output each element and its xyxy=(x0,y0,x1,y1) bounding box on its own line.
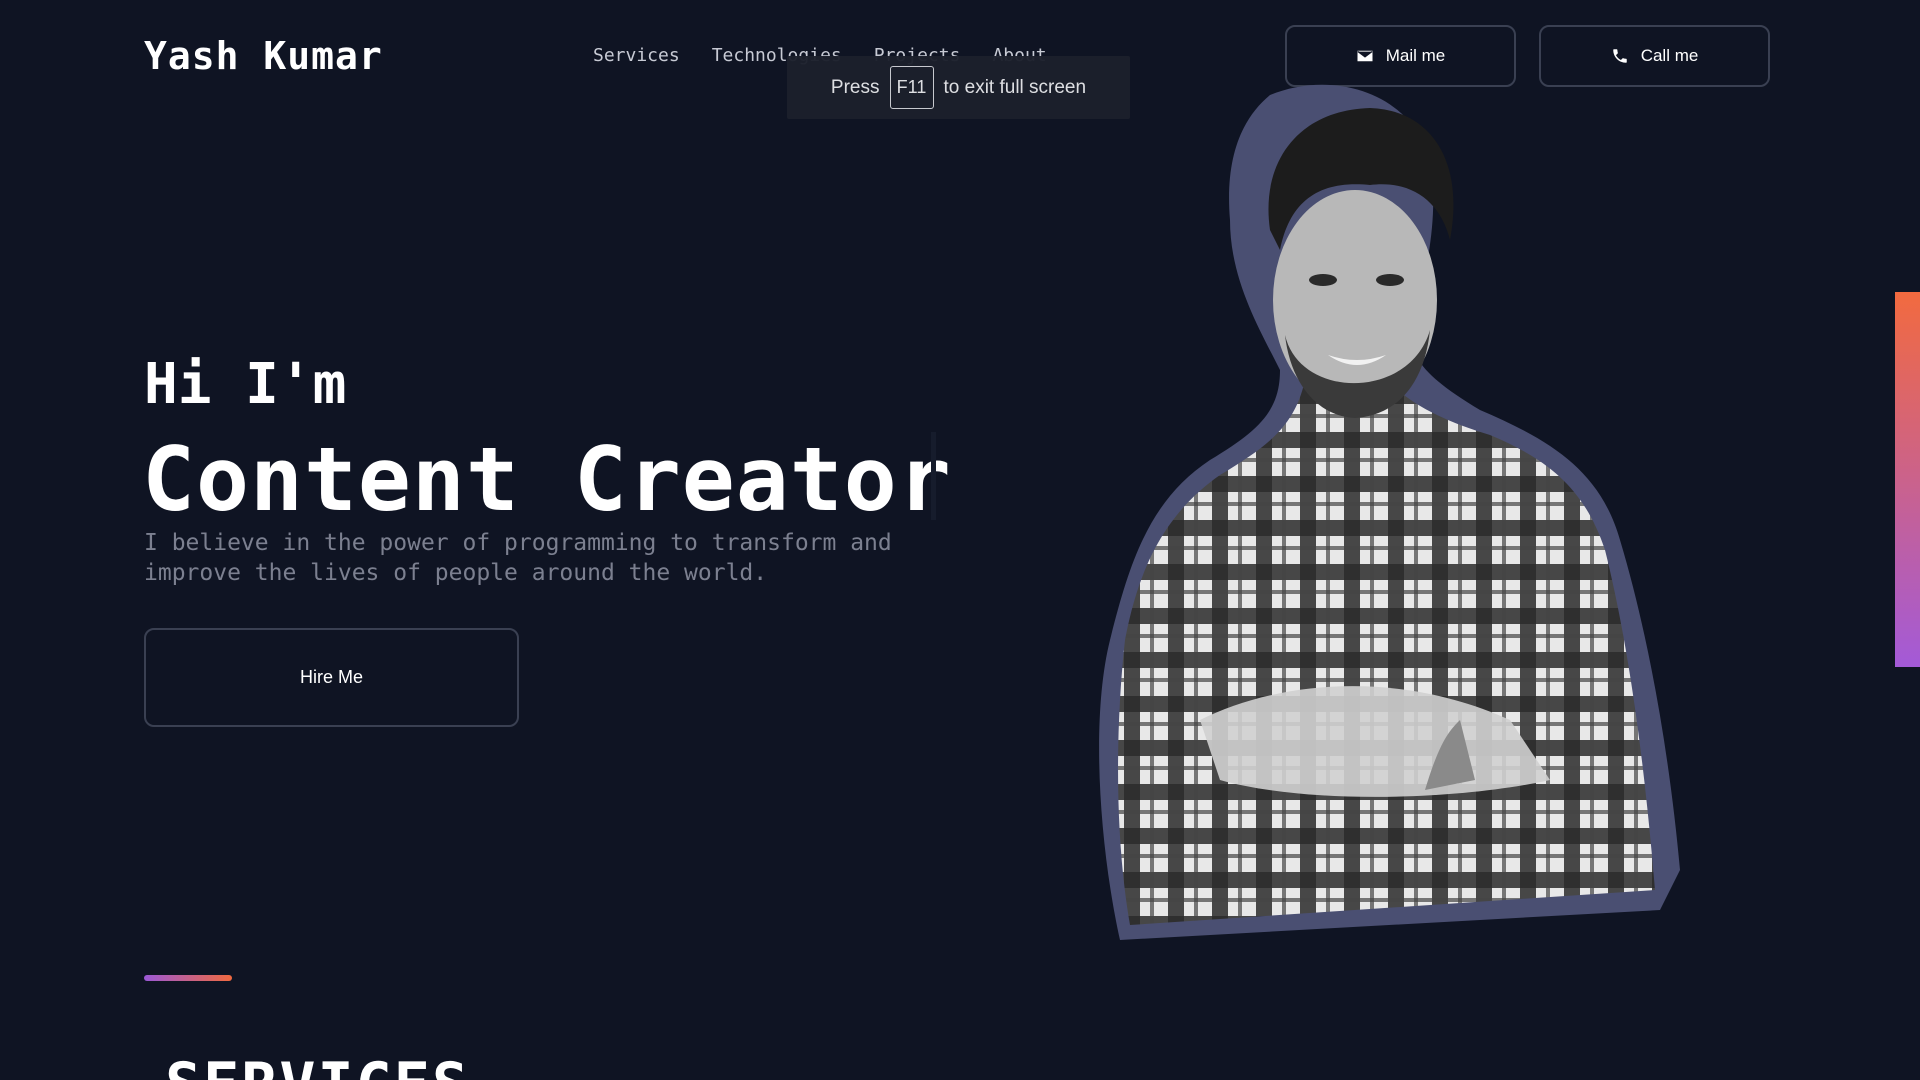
fullscreen-notice-prefix: Press xyxy=(830,76,880,98)
page: Yash Kumar Services Technologies Project… xyxy=(0,0,1920,1080)
hero-role: Content Creator xyxy=(142,428,952,531)
site-logo[interactable]: Yash Kumar xyxy=(144,34,383,78)
left-eye xyxy=(1309,274,1337,286)
fullscreen-notice: Press F11 to exit full screen xyxy=(787,56,1130,119)
right-eye xyxy=(1376,274,1404,286)
services-section-title: SERVICES xyxy=(165,1050,470,1080)
section-divider xyxy=(144,975,232,981)
phone-icon xyxy=(1612,49,1627,63)
call-me-label: Call me xyxy=(1640,46,1699,65)
mail-me-button[interactable]: Mail me xyxy=(1285,25,1516,87)
hero-greeting: Hi I'm xyxy=(144,352,347,417)
hire-me-label: Hire Me xyxy=(299,667,363,687)
plaid-shirt xyxy=(1118,370,1655,925)
f11-key-badge: F11 xyxy=(889,66,934,109)
hire-me-button[interactable]: Hire Me xyxy=(144,628,519,727)
call-me-button[interactable]: Call me xyxy=(1539,25,1770,87)
portrait-photo xyxy=(1099,84,1680,940)
hero-tagline: I believe in the power of programming to… xyxy=(144,530,892,586)
fullscreen-notice-suffix: to exit full screen xyxy=(943,76,1087,98)
side-accent-bar xyxy=(1895,292,1920,667)
nav-item-services[interactable]: Services xyxy=(593,45,680,66)
envelope-icon xyxy=(1357,50,1373,62)
typing-cursor xyxy=(931,432,936,520)
mail-me-label: Mail me xyxy=(1385,46,1446,65)
